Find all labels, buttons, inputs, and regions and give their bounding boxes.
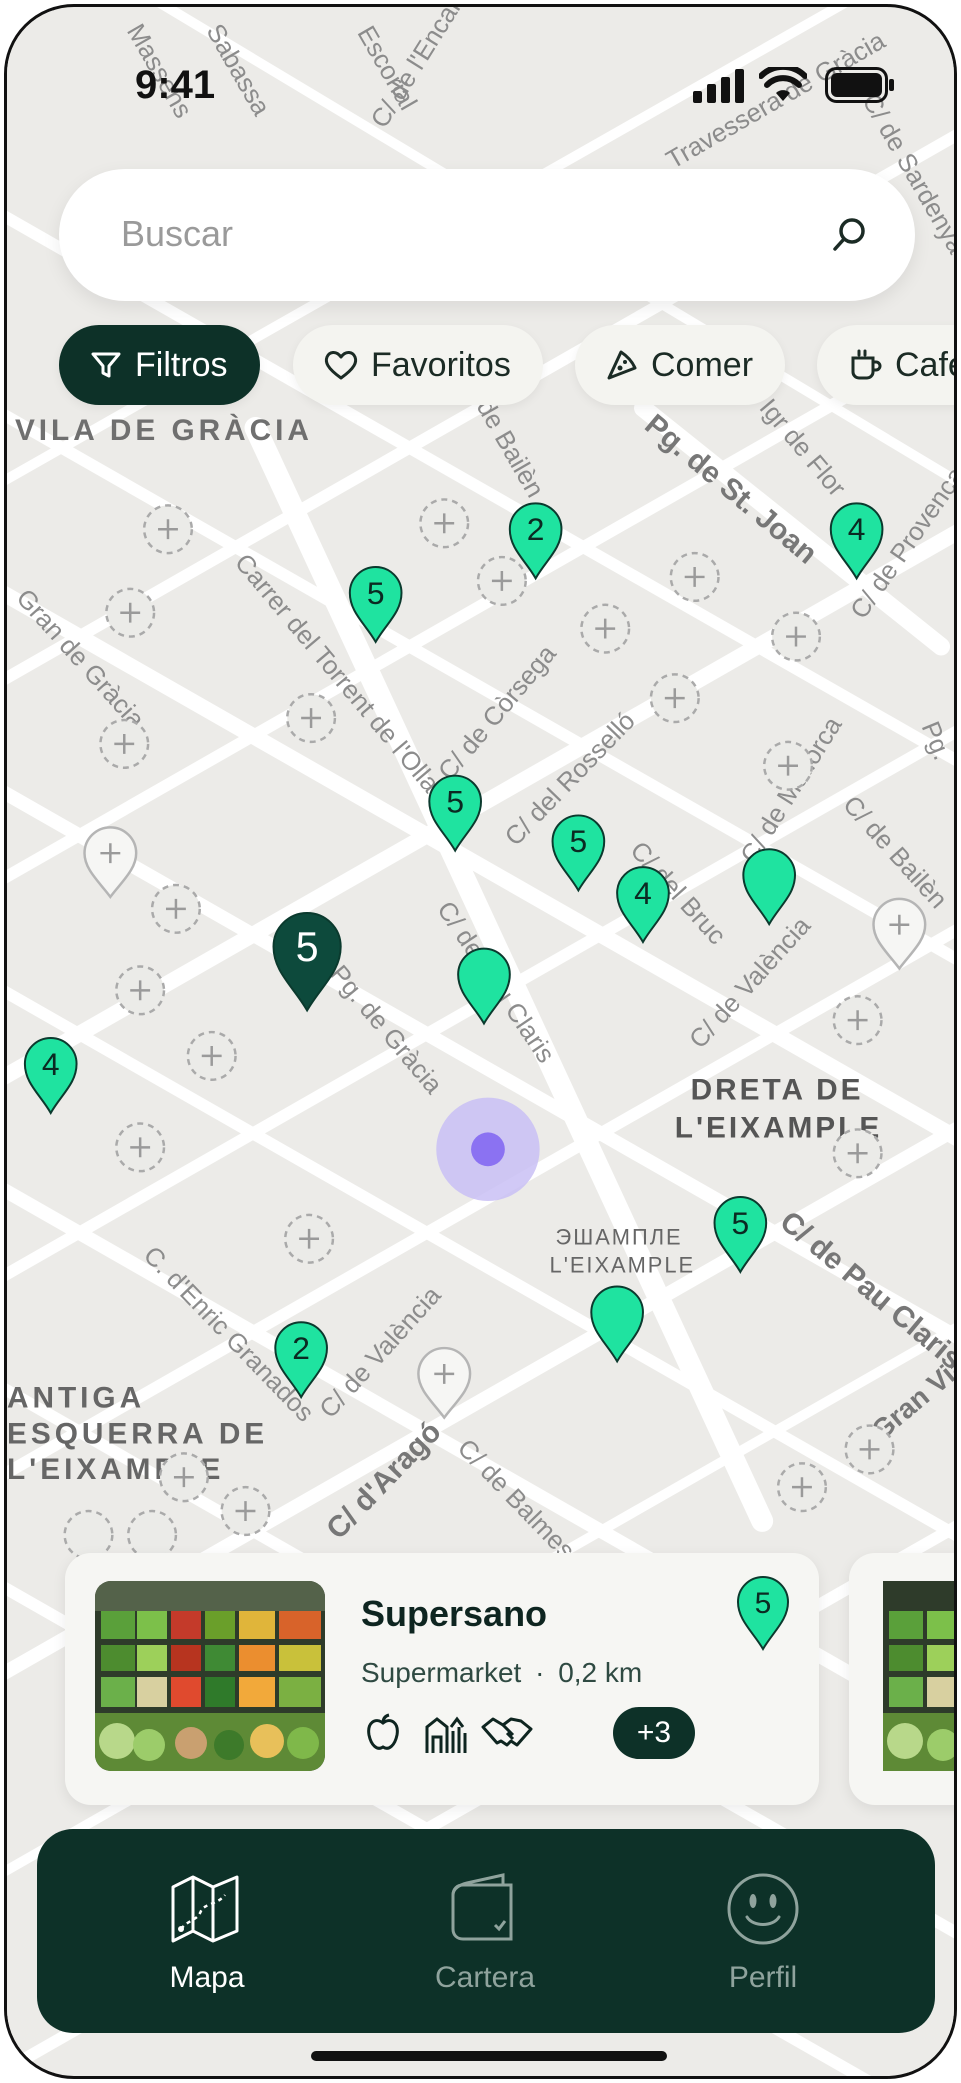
pin-count: 5 [446, 783, 464, 819]
battery-icon [825, 67, 894, 103]
separator: · [535, 1657, 545, 1688]
tab-cartera[interactable]: Cartera [355, 1829, 615, 2033]
chip-comer[interactable]: Comer [575, 325, 786, 405]
chip-favoritos[interactable]: Favoritos [293, 325, 543, 405]
chip-filtros[interactable]: Filtros [59, 325, 260, 405]
chip-label: Comer [651, 345, 754, 384]
place-features: +3 [361, 1705, 695, 1761]
smiley-icon [727, 1873, 799, 1945]
signal-icon [693, 69, 744, 103]
apple-icon [367, 1713, 399, 1750]
pizza-icon [607, 350, 637, 380]
district-label: ANTIGA [7, 1382, 145, 1415]
place-distance: 0,2 km [558, 1657, 643, 1688]
pin-count: 2 [292, 1330, 310, 1366]
place-category: Supermarket [361, 1657, 522, 1688]
place-title: Supersano [361, 1593, 548, 1634]
search-input[interactable]: Buscar [121, 213, 233, 255]
store-thumbnail [95, 1581, 325, 1771]
map-icon [171, 1875, 239, 1943]
search-icon[interactable] [827, 213, 871, 257]
chip-label: Favoritos [371, 345, 511, 384]
rating-pin-icon: 5 [736, 1575, 790, 1651]
home-indicator [311, 2051, 667, 2061]
district-label: ЭШАМПЛЕ [556, 1225, 683, 1250]
coffee-icon [851, 349, 882, 380]
next-place-card[interactable] [849, 1553, 954, 1805]
status-time: 9:41 [135, 63, 216, 107]
tab-label: Perfil [728, 1961, 798, 1994]
empty-pin-icon[interactable] [63, 1509, 114, 1560]
place-card[interactable]: Supersano Supermarket · 0,2 km +3 5 [65, 1553, 819, 1805]
chip-label: Cafe [895, 345, 954, 384]
tab-bar: Mapa Cartera Perfil [37, 1829, 935, 2033]
chip-label: Filtros [135, 345, 228, 384]
heart-icon [324, 351, 358, 380]
tab-perfil[interactable]: Perfil [633, 1829, 893, 2033]
pin-count: 5 [732, 1205, 750, 1241]
filter-chips: Filtros Favoritos Comer Cafe [59, 325, 954, 405]
pin-count: 5 [296, 924, 319, 970]
current-location-icon[interactable] [471, 1132, 505, 1167]
district-label: L'EIXAMPLE [550, 1253, 696, 1278]
pin-count: 2 [527, 511, 545, 547]
wifi-icon [759, 67, 807, 101]
handshake-icon [481, 1717, 533, 1747]
phone-screen: Massens Sabassa Escorial C/ de l'Encarna… [4, 4, 957, 2079]
district-label: VILA DE GRÀCIA [15, 413, 313, 447]
pin-count: 5 [367, 575, 385, 611]
rating-value: 5 [755, 1587, 772, 1620]
wallet-icon [451, 1873, 513, 1941]
more-features-badge[interactable]: +3 [613, 1707, 695, 1759]
pin-count: 4 [42, 1046, 60, 1082]
place-subtitle: Supermarket · 0,2 km [361, 1657, 642, 1689]
tab-label: Cartera [434, 1961, 536, 1994]
search-bar[interactable]: Buscar [59, 169, 915, 301]
filter-icon [91, 352, 121, 378]
pin-count: 4 [848, 511, 866, 547]
farm-icon [425, 1716, 467, 1753]
tab-mapa[interactable]: Mapa [77, 1829, 337, 2033]
district-label: ESQUERRA DE [7, 1417, 268, 1450]
pin-count: 5 [570, 823, 588, 859]
status-bar: 9:41 [7, 59, 954, 119]
store-thumbnail [883, 1581, 954, 1771]
empty-pin-icon[interactable] [126, 1509, 178, 1560]
pin-count: 4 [634, 875, 652, 911]
chip-cafe[interactable]: Cafe [817, 325, 954, 405]
district-label: DRETA DE [691, 1074, 864, 1107]
tab-label: Mapa [169, 1961, 245, 1994]
